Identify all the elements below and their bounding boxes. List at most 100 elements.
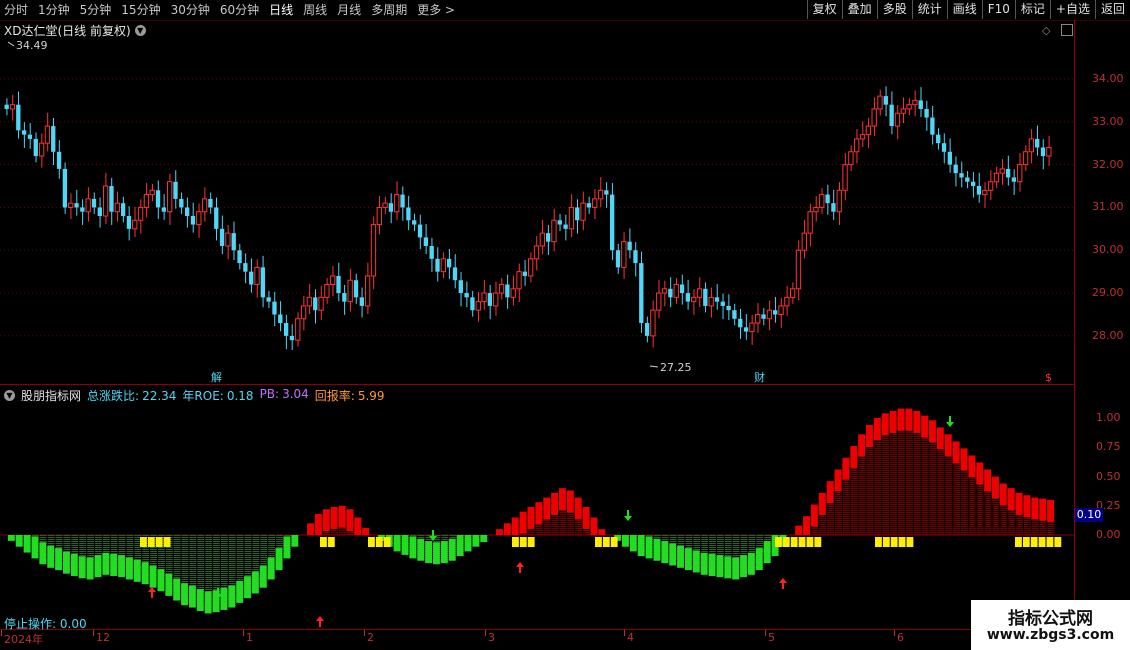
- candle-down: [970, 181, 976, 187]
- indicator-step-bar: [94, 555, 102, 578]
- candle-up: [766, 309, 773, 320]
- candle-up: [894, 112, 901, 127]
- candle-up: [347, 279, 353, 303]
- candle-up: [592, 198, 598, 208]
- candle-down: [825, 194, 830, 204]
- timeframe-tab-4[interactable]: 30分钟: [167, 0, 216, 20]
- indicator-step-bar: [913, 410, 921, 433]
- indicator-step-bar: [732, 557, 740, 580]
- candle-up: [493, 292, 499, 307]
- indicator-step-bar: [7, 535, 15, 541]
- indicator-step-bar: [669, 543, 677, 566]
- event-marker[interactable]: 财: [754, 370, 765, 384]
- timeframe-tab-9[interactable]: 多周期: [367, 0, 413, 20]
- tool-button-7[interactable]: +自选: [1049, 0, 1095, 19]
- timeframe-tab-6[interactable]: 日线: [265, 0, 299, 20]
- candle-down: [237, 250, 242, 264]
- timeframe-tab-0[interactable]: 分时: [0, 0, 34, 20]
- yellow-bar: [512, 537, 519, 547]
- candle-up: [114, 202, 120, 213]
- timeframe-tab-1[interactable]: 1分钟: [34, 0, 76, 20]
- indicator-step-bar: [157, 569, 165, 592]
- candle-up: [993, 172, 1000, 183]
- tool-button-0[interactable]: 复权: [806, 0, 842, 19]
- indicator-step-bar: [480, 535, 488, 543]
- sell-arrow-icon: [624, 510, 632, 521]
- candle-down: [173, 181, 178, 199]
- date-tick-label: 3: [488, 631, 495, 644]
- timeframe-tab-3[interactable]: 15分钟: [117, 0, 166, 20]
- indicator-step-bar: [645, 536, 653, 559]
- yellow-bar: [1030, 537, 1038, 547]
- candle-down: [33, 138, 38, 157]
- yellow-bar: [1022, 537, 1030, 547]
- panel-toggle-icon[interactable]: [1061, 24, 1073, 36]
- price-tick-label: 28.00: [1092, 328, 1124, 342]
- indicator-stat-value: 0.18: [226, 388, 254, 403]
- indicator-tick-label: 0.00: [1096, 528, 1121, 541]
- candle-down: [586, 203, 592, 208]
- candle-up: [999, 168, 1005, 174]
- indicator-chart[interactable]: [0, 402, 1074, 628]
- candle-up: [1017, 164, 1023, 183]
- candle-up: [819, 194, 825, 208]
- status-label: 停止操作:: [4, 617, 57, 631]
- indicator-step-bar: [661, 541, 669, 564]
- candle-up: [394, 194, 400, 213]
- tool-button-3[interactable]: 统计: [911, 0, 947, 19]
- date-tick: [765, 630, 766, 636]
- indicator-stat-value: 22.34: [142, 388, 177, 403]
- candle-down: [435, 258, 440, 272]
- toolbar: 分时 1分钟 5分钟 15分钟 30分钟 60分钟 日线 周线 月线 多周期 更多 > 复权 叠加 多股…: [0, 0, 1130, 21]
- timeframe-tab-8[interactable]: 月线: [333, 0, 367, 20]
- yellow-bar: [147, 537, 155, 547]
- chevron-down-icon[interactable]: ▼: [4, 389, 15, 401]
- indicator-step-bar: [984, 469, 992, 492]
- yellow-bar: [140, 537, 147, 547]
- indicator-step-bar: [267, 557, 275, 580]
- candle-up: [137, 206, 144, 221]
- event-marker[interactable]: $: [1045, 371, 1052, 384]
- candle-down: [575, 207, 580, 221]
- indicator-step-bar: [653, 538, 661, 561]
- indicator-tick-label: 1.00: [1096, 411, 1121, 424]
- tool-button-8[interactable]: 返回: [1094, 0, 1130, 19]
- tool-button-5[interactable]: F10: [981, 0, 1015, 19]
- diamond-icon[interactable]: ◇: [1042, 24, 1050, 37]
- candle-down: [936, 134, 941, 144]
- yellow-bar: [320, 537, 327, 547]
- candle-up: [871, 108, 877, 127]
- candle-up: [836, 189, 842, 213]
- timeframe-tab-7[interactable]: 周线: [299, 0, 333, 20]
- indicator-name[interactable]: 股朋指标网: [21, 387, 81, 404]
- tool-button-6[interactable]: 标记: [1014, 0, 1050, 19]
- candle-up: [306, 296, 313, 307]
- chevron-down-icon[interactable]: ▼: [134, 24, 146, 36]
- indicator-step-bar: [944, 434, 952, 457]
- tool-button-1[interactable]: 叠加: [841, 0, 877, 19]
- tool-button-2[interactable]: 多股: [876, 0, 912, 19]
- indicator-step-bar: [39, 542, 47, 565]
- indicator-step-bar: [637, 535, 645, 557]
- indicator-step-bar: [716, 555, 724, 578]
- indicator-step-bar: [275, 548, 283, 571]
- event-marker[interactable]: 解: [211, 370, 222, 384]
- candlestick-chart[interactable]: 34.49 27.25 解 财 $: [0, 38, 1074, 384]
- candle-down: [889, 104, 894, 127]
- high-price-label: 34.49: [16, 39, 48, 52]
- timeframe-tab-5[interactable]: 60分钟: [216, 0, 265, 20]
- timeframe-tab-2[interactable]: 5分钟: [76, 0, 118, 20]
- candle-down: [738, 318, 743, 328]
- candle-up: [149, 189, 155, 196]
- indicator-step-bar: [724, 556, 732, 579]
- candle-down: [924, 108, 929, 118]
- indicator-step-bar: [188, 585, 196, 608]
- candle-down: [633, 250, 638, 264]
- tool-button-4[interactable]: 画线: [946, 0, 982, 19]
- timeframe-tab-10[interactable]: 更多 >: [413, 0, 461, 20]
- buy-arrow-icon: [148, 587, 156, 598]
- candle-down: [610, 194, 615, 251]
- indicator-step-bar: [322, 509, 330, 532]
- indicator-step-bar: [968, 455, 976, 478]
- stock-title[interactable]: XD达仁堂(日线 前复权): [4, 22, 131, 39]
